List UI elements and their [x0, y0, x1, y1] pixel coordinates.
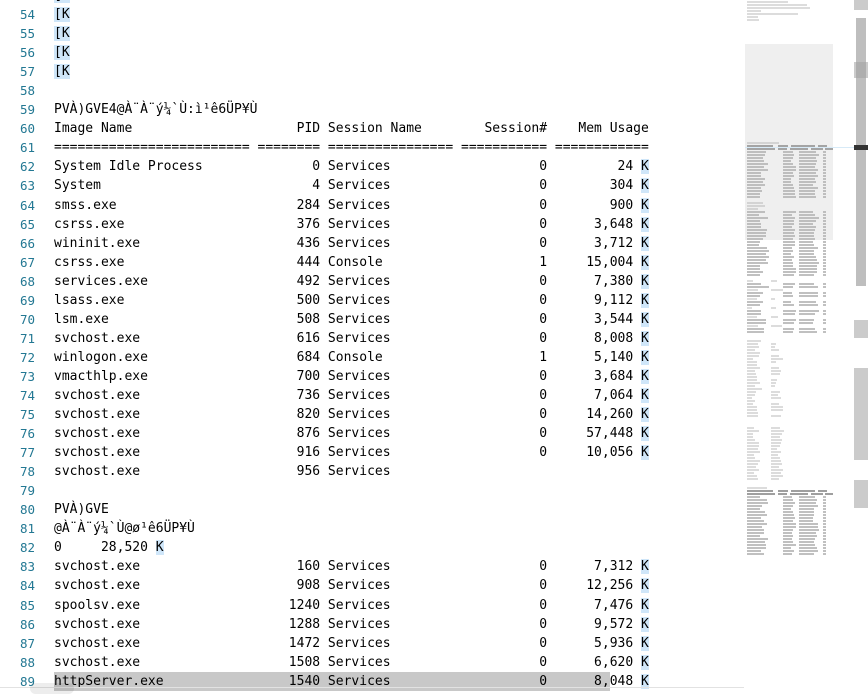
line-number[interactable]: 74 [0, 386, 44, 405]
ruler-find-match-mark [854, 480, 868, 508]
find-match: K [641, 159, 649, 174]
line-number[interactable]: 88 [0, 653, 44, 672]
line-number[interactable]: 70 [0, 310, 44, 329]
line-number[interactable]: 78 [0, 462, 44, 481]
line-number[interactable]: 79 [0, 481, 44, 500]
find-match: [K [54, 64, 70, 79]
vertical-scrollbar-thumb[interactable] [856, 18, 866, 286]
line-number[interactable]: 62 [0, 157, 44, 176]
find-match: [K [54, 45, 70, 60]
find-match: K [641, 236, 649, 251]
find-match: K [641, 636, 649, 651]
line-number[interactable]: 68 [0, 272, 44, 291]
ruler-find-match-mark [854, 382, 868, 460]
find-match: K [641, 274, 649, 289]
line-number[interactable]: 61 [0, 138, 44, 157]
line-number[interactable]: 67 [0, 253, 44, 272]
editor-text-area[interactable]: 53[K54[K55[K56[K57[K5859PVÀ)GVE4@À¨À¨ý¼`… [0, 0, 744, 696]
find-match: K [641, 388, 649, 403]
minimap-text-run [747, 553, 764, 555]
ruler-find-match-mark [854, 368, 868, 382]
line-number[interactable]: 76 [0, 424, 44, 443]
line-number[interactable]: 64 [0, 196, 44, 215]
find-match: K [641, 617, 649, 632]
minimap-line [745, 552, 854, 555]
find-match: [K [54, 7, 70, 22]
line-number[interactable]: 56 [0, 43, 44, 62]
line-number[interactable]: 66 [0, 234, 44, 253]
line-number[interactable]: 75 [0, 405, 44, 424]
find-match: K [641, 369, 649, 384]
minimap-text-run [823, 553, 826, 555]
minimap-text-run [783, 553, 792, 555]
line-number[interactable]: 80 [0, 500, 44, 519]
find-match: [K [54, 0, 70, 3]
line-number[interactable]: 86 [0, 615, 44, 634]
line-number[interactable]: 77 [0, 443, 44, 462]
line-number[interactable]: 87 [0, 634, 44, 653]
find-match: K [641, 312, 649, 327]
line-number[interactable]: 82 [0, 538, 44, 557]
find-match: K [641, 217, 649, 232]
line-number[interactable]: 55 [0, 24, 44, 43]
line-number[interactable]: 83 [0, 557, 44, 576]
find-match: K [641, 445, 649, 460]
find-match: K [641, 655, 649, 670]
line-number[interactable]: 58 [0, 81, 44, 100]
find-match: K [641, 559, 649, 574]
line-number[interactable]: 69 [0, 291, 44, 310]
editor-bottom-edge [0, 687, 744, 688]
line-number[interactable]: 57 [0, 62, 44, 81]
find-match: K [641, 578, 649, 593]
find-match: K [641, 426, 649, 441]
line-number[interactable]: 81 [0, 519, 44, 538]
find-match: K [641, 331, 649, 346]
line-number[interactable]: 85 [0, 596, 44, 615]
line-number[interactable]: 84 [0, 576, 44, 595]
line-number[interactable]: 72 [0, 348, 44, 367]
find-match: K [641, 293, 649, 308]
find-match: [K [54, 26, 70, 41]
minimap[interactable] [744, 0, 854, 696]
minimap-rows [745, 0, 854, 555]
find-match: K [641, 350, 649, 365]
minimap-viewport-line [745, 147, 854, 148]
line-number[interactable]: 63 [0, 176, 44, 195]
line-number[interactable]: 59 [0, 100, 44, 119]
line-number[interactable]: 60 [0, 119, 44, 138]
line-number[interactable]: 65 [0, 215, 44, 234]
overview-ruler[interactable] [854, 0, 868, 696]
find-match: K [641, 598, 649, 613]
minimap-text-run [799, 553, 814, 555]
ruler-find-match-mark [854, 0, 868, 10]
line-number[interactable]: 73 [0, 367, 44, 386]
find-match: K [641, 178, 649, 193]
line-number[interactable]: 71 [0, 329, 44, 348]
horizontal-scrollbar[interactable] [30, 683, 74, 694]
find-match: K [641, 198, 649, 213]
find-match: K [156, 540, 164, 555]
ruler-find-match-mark [854, 62, 868, 78]
ruler-find-match-mark [854, 320, 868, 338]
code-editor-window: 53[K54[K55[K56[K57[K5859PVÀ)GVE4@À¨À¨ý¼`… [0, 0, 868, 696]
line-number[interactable]: 54 [0, 5, 44, 24]
cursor-position-marker [854, 145, 868, 150]
find-match: K [641, 407, 649, 422]
find-match: K [641, 255, 649, 270]
